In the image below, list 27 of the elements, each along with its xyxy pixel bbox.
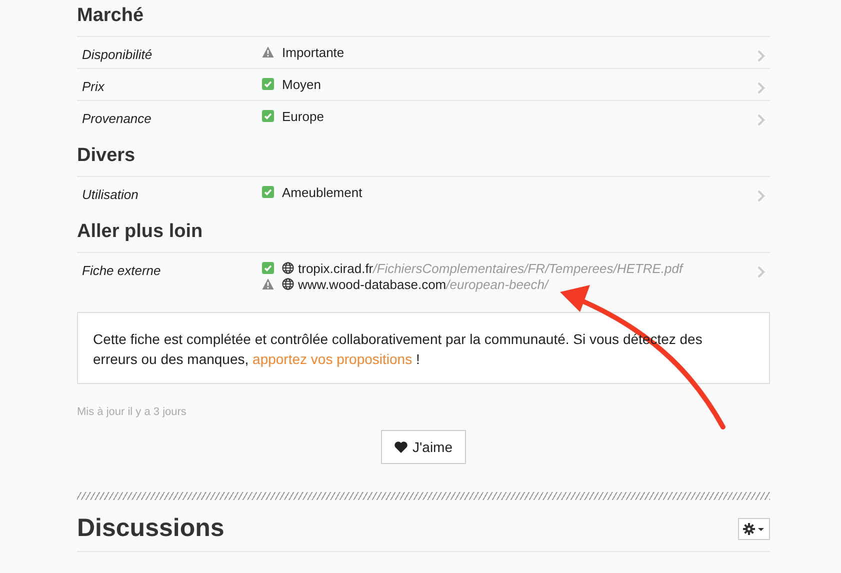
settings-dropdown-button[interactable] [738, 518, 770, 540]
external-link[interactable]: tropix.cirad.fr/FichiersComplementaires/FR/Temperees/HETRE.pdf [298, 260, 683, 276]
row-label: Utilisation [81, 186, 140, 203]
external-link[interactable]: www.wood-database.com/european-beech/ [298, 276, 548, 292]
discussions-heading: Discussions [77, 514, 224, 543]
section-heading: Divers [77, 144, 136, 168]
value-text: Europe [282, 108, 324, 124]
value-text: Moyen [282, 76, 322, 92]
chevron-icon[interactable] [757, 114, 765, 126]
globe-icon [282, 262, 294, 274]
section-heading: Marché [77, 4, 145, 28]
updated-text: Mis à jour il y a 3 jours [77, 406, 188, 418]
chevron-icon[interactable] [757, 82, 765, 94]
chevron-icon[interactable] [757, 190, 765, 202]
gear-icon [743, 522, 765, 534]
heart-icon [394, 441, 408, 453]
globe-icon [282, 278, 294, 290]
chevron-icon[interactable] [757, 266, 765, 278]
row-label: Prix [81, 78, 106, 95]
value-text: Importante [282, 44, 344, 60]
row-label: Provenance [81, 110, 152, 127]
section-heading: Aller plus loin [77, 220, 204, 244]
row-label: Disponibilité [81, 46, 154, 63]
chevron-icon[interactable] [757, 50, 765, 62]
value-text: Ameublement [282, 184, 362, 200]
like-button[interactable]: J'aime [381, 430, 466, 464]
row-label: Fiche externe [81, 262, 162, 279]
